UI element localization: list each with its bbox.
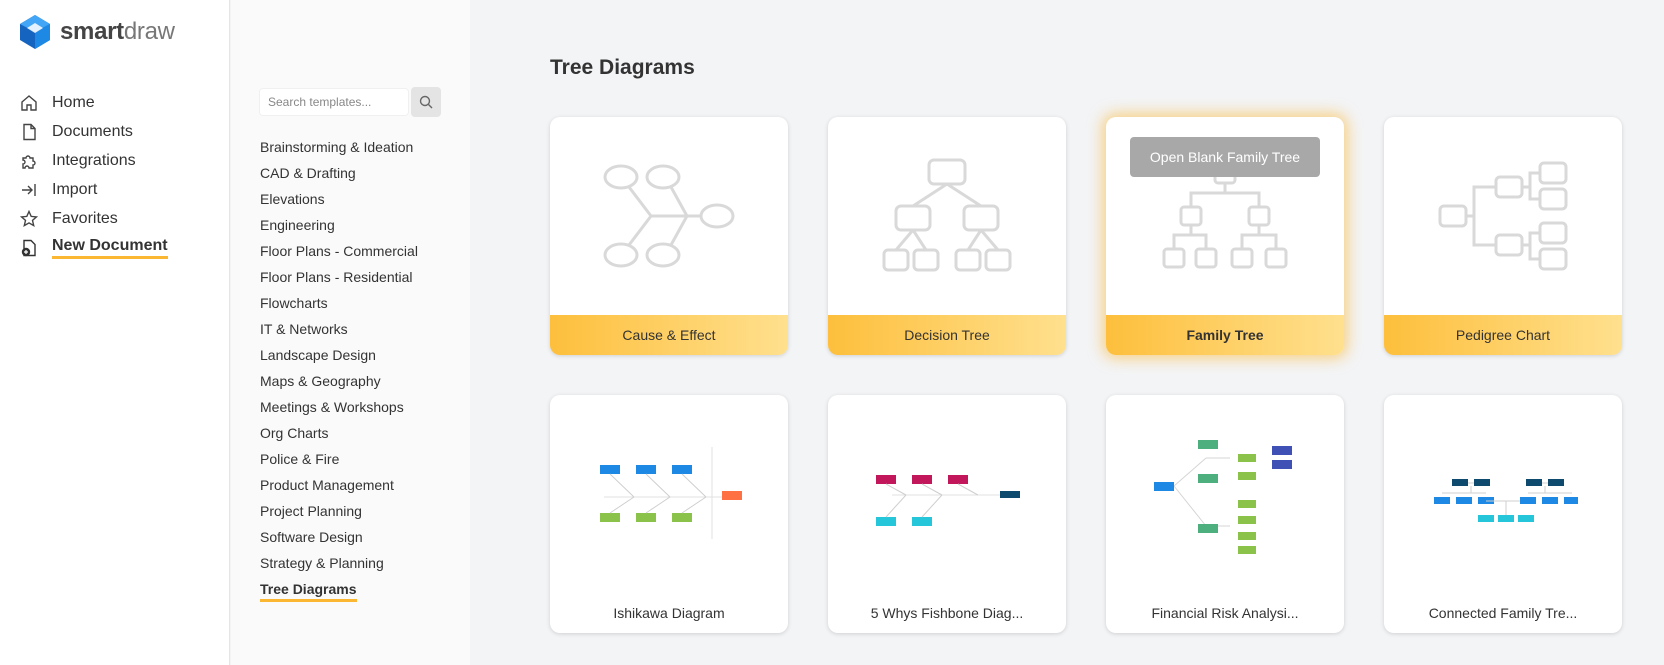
smartdraw-logo-icon	[20, 15, 50, 49]
template-gallery: Tree Diagrams Cause & Effect Decision Tr…	[470, 0, 1664, 665]
template-card-5-whys-fishbone[interactable]: 5 Whys Fishbone Diag...	[828, 395, 1066, 633]
template-card-financial-risk[interactable]: Financial Risk Analysi...	[1106, 395, 1344, 633]
template-card-connected-family-tree[interactable]: Connected Family Tre...	[1384, 395, 1622, 633]
page-title: Tree Diagrams	[550, 56, 695, 79]
category-label: IT & Networks	[260, 321, 348, 337]
category-item[interactable]: Floor Plans - Residential	[260, 264, 418, 290]
open-blank-family-tree-button[interactable]: Open Blank Family Tree	[1130, 137, 1320, 177]
template-card-label: Pedigree Chart	[1384, 315, 1622, 355]
category-item[interactable]: Flowcharts	[260, 290, 418, 316]
category-label: Flowcharts	[260, 295, 328, 311]
category-label: Org Charts	[260, 425, 329, 441]
category-label: Project Planning	[260, 503, 362, 519]
nav-favorites-label: Favorites	[52, 209, 118, 227]
nav-favorites[interactable]: Favorites	[18, 204, 168, 233]
category-item[interactable]: Maps & Geography	[260, 368, 418, 394]
search-button[interactable]	[411, 87, 441, 117]
category-label: Engineering	[260, 217, 335, 233]
category-item[interactable]: CAD & Drafting	[260, 160, 418, 186]
category-label: Floor Plans - Commercial	[260, 243, 418, 259]
search-templates-input[interactable]	[259, 88, 409, 116]
template-card-decision-tree[interactable]: Decision Tree	[828, 117, 1066, 355]
template-card-label: Financial Risk Analysi...	[1151, 605, 1299, 621]
ishikawa-thumbnail	[550, 395, 788, 593]
template-card-cause-effect[interactable]: Cause & Effect	[550, 117, 788, 355]
category-item[interactable]: Org Charts	[260, 420, 418, 446]
nav-new-document[interactable]: New Document	[18, 233, 168, 262]
category-item[interactable]: Meetings & Workshops	[260, 394, 418, 420]
template-card-label: Decision Tree	[828, 315, 1066, 355]
star-icon	[18, 208, 40, 230]
nav-import[interactable]: Import	[18, 175, 168, 204]
category-item[interactable]: IT & Networks	[260, 316, 418, 342]
financial-risk-thumbnail	[1106, 395, 1344, 593]
smartdraw-wordmark: smartdraw	[60, 18, 175, 45]
category-item[interactable]: Brainstorming & Ideation	[260, 134, 418, 160]
template-card-ishikawa[interactable]: Ishikawa Diagram	[550, 395, 788, 633]
cause-effect-thumbnail	[550, 117, 788, 315]
category-label: Product Management	[260, 477, 394, 493]
category-label: Landscape Design	[260, 347, 376, 363]
category-list: Brainstorming & Ideation CAD & Drafting …	[260, 134, 418, 602]
category-label: Meetings & Workshops	[260, 399, 404, 415]
category-label: Tree Diagrams	[260, 581, 357, 602]
category-item[interactable]: Product Management	[260, 472, 418, 498]
template-card-label: Cause & Effect	[550, 315, 788, 355]
pedigree-chart-thumbnail	[1384, 117, 1622, 315]
nav-home-label: Home	[52, 93, 95, 111]
search-icon	[419, 95, 433, 109]
template-card-label: Connected Family Tre...	[1428, 605, 1578, 621]
decision-tree-thumbnail	[828, 117, 1066, 315]
category-label: Maps & Geography	[260, 373, 381, 389]
main-nav-list: Home Documents Integrations Import Favor…	[18, 88, 168, 262]
category-item[interactable]: Elevations	[260, 186, 418, 212]
category-label: CAD & Drafting	[260, 165, 356, 181]
category-label: Software Design	[260, 529, 363, 545]
connected-family-tree-thumbnail	[1384, 395, 1622, 593]
category-item[interactable]: Strategy & Planning	[260, 550, 418, 576]
category-label: Police & Fire	[260, 451, 340, 467]
template-card-label: 5 Whys Fishbone Diag...	[870, 605, 1024, 621]
template-card-family-tree[interactable]: Open Blank Family Tree Family Tree	[1106, 117, 1344, 355]
nav-new-document-label: New Document	[52, 237, 168, 259]
category-panel: Brainstorming & Ideation CAD & Drafting …	[231, 0, 470, 665]
template-card-label: Ishikawa Diagram	[613, 605, 725, 621]
category-label: Strategy & Planning	[260, 555, 384, 571]
category-label: Floor Plans - Residential	[260, 269, 413, 285]
nav-integrations[interactable]: Integrations	[18, 146, 168, 175]
category-label: Brainstorming & Ideation	[260, 139, 414, 155]
category-item[interactable]: Software Design	[260, 524, 418, 550]
puzzle-icon	[18, 150, 40, 172]
home-icon	[18, 92, 40, 114]
category-item[interactable]: Project Planning	[260, 498, 418, 524]
category-label: Elevations	[260, 191, 325, 207]
template-card-label: Family Tree	[1106, 315, 1344, 355]
nav-import-label: Import	[52, 180, 98, 198]
category-item-active[interactable]: Tree Diagrams	[260, 576, 418, 602]
template-card-pedigree-chart[interactable]: Pedigree Chart	[1384, 117, 1622, 355]
category-item[interactable]: Floor Plans - Commercial	[260, 238, 418, 264]
document-icon	[18, 121, 40, 143]
nav-documents[interactable]: Documents	[18, 117, 168, 146]
nav-integrations-label: Integrations	[52, 151, 136, 169]
nav-home[interactable]: Home	[18, 88, 168, 117]
nav-documents-label: Documents	[52, 122, 133, 140]
category-item[interactable]: Police & Fire	[260, 446, 418, 472]
category-item[interactable]: Landscape Design	[260, 342, 418, 368]
smartdraw-logo[interactable]: smartdraw	[20, 15, 175, 49]
import-icon	[18, 179, 40, 201]
new-document-icon	[18, 237, 40, 259]
left-nav: smartdraw Home Documents Integrations Im…	[0, 0, 230, 665]
5-whys-thumbnail	[828, 395, 1066, 593]
category-item[interactable]: Engineering	[260, 212, 418, 238]
